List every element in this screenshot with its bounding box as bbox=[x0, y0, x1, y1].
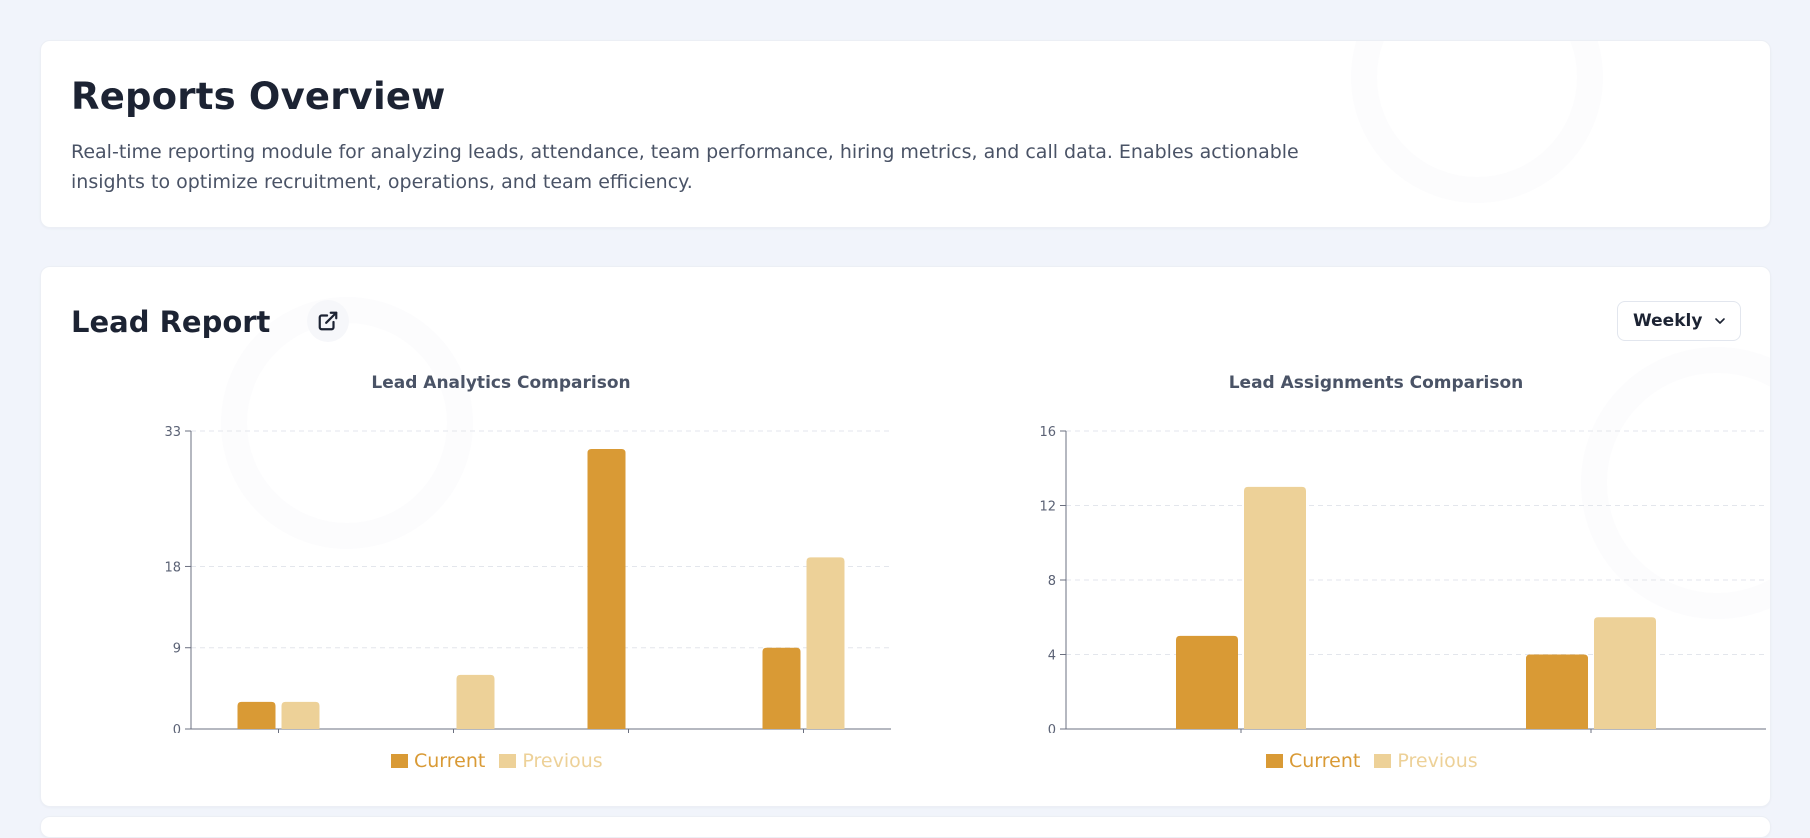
y-tick-label: 12 bbox=[1039, 500, 1056, 515]
legend-previous-swatch bbox=[1374, 754, 1392, 768]
lead-report-card: Lead Report Weekly Lead Analytics Compar… bbox=[40, 266, 1771, 807]
chart-title: Lead Analytics Comparison bbox=[371, 373, 631, 393]
y-tick-label: 18 bbox=[164, 560, 181, 575]
legend-previous-label: Previous bbox=[1397, 750, 1478, 772]
y-tick-label: 33 bbox=[164, 425, 181, 440]
lead-analytics-plot: 091833NewDealsNotesAssigned bbox=[164, 425, 891, 733]
bar-previous-agent[interactable] bbox=[1594, 617, 1656, 729]
legend-previous[interactable]: Previous bbox=[1374, 750, 1478, 772]
bar-previous-new[interactable] bbox=[281, 701, 320, 729]
y-tick-label: 16 bbox=[1039, 425, 1056, 440]
lead-report-title: Lead Report bbox=[71, 305, 271, 339]
legend-current[interactable]: Current bbox=[1266, 750, 1360, 772]
external-link-icon bbox=[318, 311, 338, 331]
page-description: Real-time reporting module for analyzing… bbox=[71, 141, 1299, 193]
decorative-ring bbox=[1351, 41, 1603, 203]
legend-current-label: Current bbox=[414, 750, 486, 772]
lead-assignments-plot: 0481216ManagerAgent bbox=[1039, 425, 1766, 733]
next-report-card bbox=[40, 816, 1771, 838]
legend-previous-label: Previous bbox=[522, 750, 603, 772]
lead-assignments-chart: Lead Assignments Comparison 0481216Manag… bbox=[966, 373, 1770, 783]
legend-current[interactable]: Current bbox=[391, 750, 485, 772]
chart-legend: Current Previous bbox=[1266, 750, 1478, 772]
bar-current-manager[interactable] bbox=[1176, 635, 1238, 729]
period-value: Weekly bbox=[1633, 311, 1703, 331]
bar-previous-manager[interactable] bbox=[1244, 486, 1306, 729]
legend-previous[interactable]: Previous bbox=[499, 750, 603, 772]
y-tick-label: 9 bbox=[173, 642, 181, 657]
bar-current-agent[interactable] bbox=[1526, 654, 1588, 730]
period-dropdown[interactable]: Weekly bbox=[1617, 301, 1741, 341]
chart-title: Lead Assignments Comparison bbox=[1228, 373, 1524, 393]
legend-current-swatch bbox=[1266, 754, 1283, 768]
bar-previous-assigned[interactable] bbox=[806, 557, 845, 729]
lead-analytics-chart: Lead Analytics Comparison 091833NewDeals… bbox=[91, 373, 911, 783]
bar-previous-deals[interactable] bbox=[456, 674, 495, 729]
chart-legend: Current Previous bbox=[391, 750, 603, 772]
y-tick-label: 0 bbox=[173, 723, 181, 733]
y-tick-label: 0 bbox=[1048, 723, 1056, 733]
bar-current-notes[interactable] bbox=[587, 449, 626, 729]
y-tick-label: 4 bbox=[1048, 649, 1056, 664]
bar-current-assigned[interactable] bbox=[762, 647, 801, 729]
page-title: Reports Overview bbox=[71, 75, 446, 118]
chevron-down-icon bbox=[1715, 318, 1726, 324]
reports-overview-card: Reports Overview Real-time reporting mod… bbox=[40, 40, 1771, 228]
y-tick-label: 8 bbox=[1048, 574, 1056, 589]
bar-current-new[interactable] bbox=[237, 701, 276, 729]
legend-current-label: Current bbox=[1289, 750, 1361, 772]
legend-current-swatch bbox=[391, 754, 408, 768]
open-lead-report-button[interactable] bbox=[307, 300, 349, 342]
legend-previous-swatch bbox=[499, 754, 517, 768]
